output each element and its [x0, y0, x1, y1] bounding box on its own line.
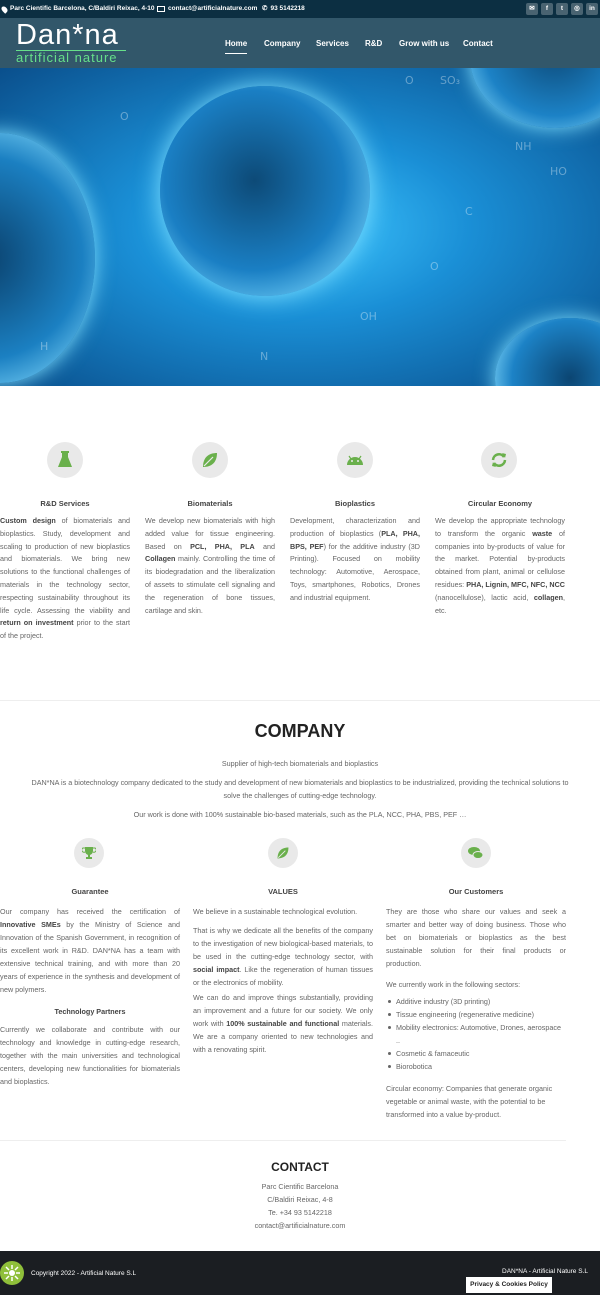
- email-link[interactable]: contact@artificialnature.com: [168, 4, 257, 14]
- trophy-icon: [74, 838, 104, 868]
- values-p3: We can do and improve things substantial…: [193, 993, 373, 1054]
- partners-title: Technology Partners: [54, 1007, 126, 1016]
- contact-line: Parc Cientific Barcelona: [261, 1182, 339, 1191]
- address-item: Parc Cientific Barcelona, C/Baldiri Reix…: [0, 4, 155, 14]
- sector-item: Cosmetic & famaceutic: [386, 1047, 566, 1060]
- footer-logo-icon[interactable]: [0, 1261, 24, 1285]
- sector-item: Biorobotica: [386, 1060, 566, 1073]
- top-bar: Parc Cientific Barcelona, C/Baldiri Reix…: [0, 0, 600, 18]
- company-title: COMPANY: [254, 721, 346, 741]
- chat-icon: [461, 838, 491, 868]
- customers-p3: Circular economy: Companies that generat…: [386, 1084, 553, 1119]
- phone-link[interactable]: 93 5142218: [270, 4, 304, 14]
- cell-sphere: [495, 318, 600, 386]
- envelope-icon: [157, 6, 165, 13]
- cell-sphere: [470, 68, 600, 128]
- values-title: VALUES: [268, 887, 298, 896]
- section-divider: [0, 700, 600, 701]
- service-text-biomaterials: We develop new biomaterials with high ad…: [145, 516, 276, 615]
- android-icon: [337, 442, 373, 478]
- section-divider: [0, 1140, 566, 1141]
- phone-icon: ✆: [262, 5, 268, 12]
- contact-line[interactable]: contact@artificialnature.com: [0, 1219, 600, 1232]
- contact-line: C/Baldiri Reixac, 4-8: [267, 1195, 333, 1204]
- recycle-icon: [481, 442, 517, 478]
- footer: Copyright 2022 - Artificial Nature S.L D…: [0, 1251, 600, 1295]
- service-text-rd: Custom design of biomaterials and biopla…: [0, 516, 130, 641]
- values-p2: That is why we dedicate all the benefits…: [193, 926, 373, 987]
- contact-title: CONTACT: [271, 1160, 329, 1174]
- company-materials: Our work is done with 100% sustainable b…: [133, 810, 467, 819]
- instagram-icon[interactable]: ◎: [571, 3, 583, 15]
- sector-item: Tissue engineering (regenerative medicin…: [386, 1008, 566, 1021]
- company-subtitle: Supplier of high-tech biomaterials and b…: [221, 759, 379, 768]
- linkedin-icon[interactable]: in: [586, 3, 598, 15]
- footer-copyright: Copyright 2022 - Artificial Nature S.L: [31, 1270, 137, 1277]
- service-text-bioplastics: Development, characterization and produc…: [290, 516, 420, 602]
- contact-line[interactable]: Te. +34 93 5142218: [0, 1206, 600, 1219]
- leaf-icon: [192, 442, 228, 478]
- facebook-icon[interactable]: f: [541, 3, 553, 15]
- hero-image: O SO₃ NH HO O OH H N C O: [0, 68, 600, 386]
- company-intro: DAN*NA is a biotechnology company dedica…: [31, 778, 569, 800]
- phone-item[interactable]: ✆ 93 5142218: [262, 4, 305, 14]
- mail-icon[interactable]: ✉: [526, 3, 538, 15]
- footer-company: DAN*NA - Artificial Nature S.L: [502, 1268, 588, 1275]
- customers-title: Our Customers: [448, 887, 504, 896]
- nav-grow-with-us[interactable]: Grow with us: [399, 38, 449, 51]
- address-text: Parc Cientific Barcelona, C/Baldiri Reix…: [10, 5, 155, 12]
- service-title-rd: R&D Services: [40, 499, 90, 508]
- nav-home[interactable]: Home: [225, 38, 248, 54]
- flask-icon: [47, 442, 83, 478]
- email-item[interactable]: contact@artificialnature.com: [157, 4, 257, 14]
- logo[interactable]: Dan*na artificial nature: [16, 20, 131, 64]
- sector-item: Mobility electronics: Automotive, Drones…: [386, 1021, 566, 1047]
- nav-services[interactable]: Services: [316, 38, 349, 51]
- guarantee-text: Our company has received the certificati…: [0, 907, 180, 994]
- logo-main: Dan*na: [16, 19, 119, 51]
- customers-p2: We currently work in the following secto…: [386, 980, 521, 989]
- nav-rd[interactable]: R&D: [365, 38, 382, 51]
- logo-sub: artificial nature: [16, 50, 126, 64]
- cell-sphere: [160, 86, 370, 296]
- location-pin-icon: [0, 4, 9, 14]
- service-text-circular-economy: We develop the appropriate technology to…: [435, 516, 566, 615]
- sector-item: Additive industry (3D printing): [386, 995, 566, 1008]
- leaf-icon: [268, 838, 298, 868]
- guarantee-title: Guarantee: [71, 887, 109, 896]
- twitter-icon[interactable]: t: [556, 3, 568, 15]
- privacy-cookies-button[interactable]: Privacy & Cookies Policy: [466, 1277, 552, 1293]
- main-header: Dan*na artificial nature Home Company Se…: [0, 18, 600, 68]
- nav-company[interactable]: Company: [264, 38, 300, 51]
- customers-p1: They are those who share our values and …: [386, 907, 566, 968]
- nav-contact[interactable]: Contact: [463, 38, 493, 51]
- service-title-bioplastics: Bioplastics: [334, 499, 375, 508]
- service-title-biomaterials: Biomaterials: [187, 499, 233, 508]
- values-p1: We believe in a sustainable technologica…: [193, 907, 358, 916]
- sectors-list: Additive industry (3D printing) Tissue e…: [386, 995, 566, 1073]
- partners-text: Currently we collaborate and contribute …: [0, 1025, 180, 1086]
- service-title-circular-economy: Circular Economy: [467, 499, 533, 508]
